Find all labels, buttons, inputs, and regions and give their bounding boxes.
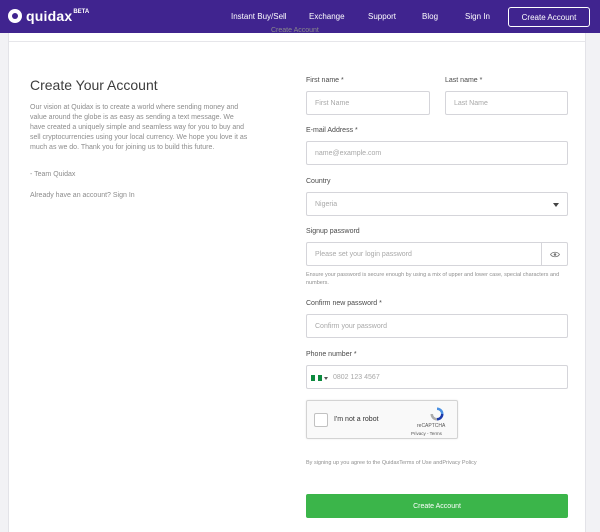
- team-signature: - Team Quidax: [30, 171, 76, 178]
- page-title: Create Your Account: [30, 77, 158, 93]
- country-label: Country: [306, 178, 331, 185]
- password-input[interactable]: Please set your login password: [306, 242, 542, 266]
- password-hint: Ensure your password is secure enough by…: [306, 272, 560, 286]
- phone-placeholder: 0802 123 4567: [333, 373, 380, 381]
- email-label: E-mail Address *: [306, 127, 358, 134]
- recaptcha-privacy-terms[interactable]: Privacy - Terms: [411, 431, 442, 436]
- first-name-label: First name *: [306, 77, 344, 84]
- recaptcha-label: I'm not a robot: [334, 416, 379, 423]
- create-account-button[interactable]: Create Account: [306, 494, 568, 518]
- last-name-label: Last name *: [445, 77, 483, 84]
- chevron-down-icon: [553, 203, 559, 207]
- password-label: Signup password: [306, 228, 360, 235]
- recaptcha-widget: I'm not a robot reCAPTCHA Privacy - Term…: [306, 400, 458, 439]
- toggle-password-visibility[interactable]: [542, 242, 568, 266]
- card-header-text: Create Account: [271, 27, 319, 34]
- terms-text[interactable]: By signing up you agree to the QuidaxTer…: [306, 460, 477, 466]
- intro-text: Our vision at Quidax is to create a worl…: [30, 104, 248, 151]
- nav-link-blog[interactable]: Blog: [422, 12, 438, 21]
- nigeria-flag-icon[interactable]: [311, 375, 323, 381]
- confirm-password-label: Confirm new password *: [306, 300, 382, 307]
- last-name-input[interactable]: Last Name: [445, 91, 568, 115]
- card-divider: [9, 41, 585, 42]
- nav-link-instant-buy-sell[interactable]: Instant Buy/Sell: [231, 12, 287, 21]
- country-select[interactable]: Nigeria: [306, 192, 568, 216]
- nav-link-exchange[interactable]: Exchange: [309, 12, 345, 21]
- sign-in-link[interactable]: Already have an account? Sign In: [30, 192, 135, 199]
- email-input[interactable]: name@example.com: [306, 141, 568, 165]
- country-code-chevron-icon: [324, 377, 328, 380]
- first-name-input[interactable]: First Name: [306, 91, 430, 115]
- recaptcha-brand: reCAPTCHA: [417, 423, 446, 429]
- nav-link-support[interactable]: Support: [368, 12, 396, 21]
- recaptcha-checkbox[interactable]: [314, 413, 328, 427]
- phone-input[interactable]: 0802 123 4567: [306, 365, 568, 389]
- eye-icon: [549, 251, 560, 257]
- confirm-password-input[interactable]: Confirm your password: [306, 314, 568, 338]
- nav-link-sign-in[interactable]: Sign In: [465, 12, 490, 21]
- country-value: Nigeria: [315, 200, 338, 208]
- nav-create-account-button[interactable]: Create Account: [508, 7, 590, 27]
- phone-label: Phone number *: [306, 351, 357, 358]
- recaptcha-logo-icon: [430, 407, 444, 421]
